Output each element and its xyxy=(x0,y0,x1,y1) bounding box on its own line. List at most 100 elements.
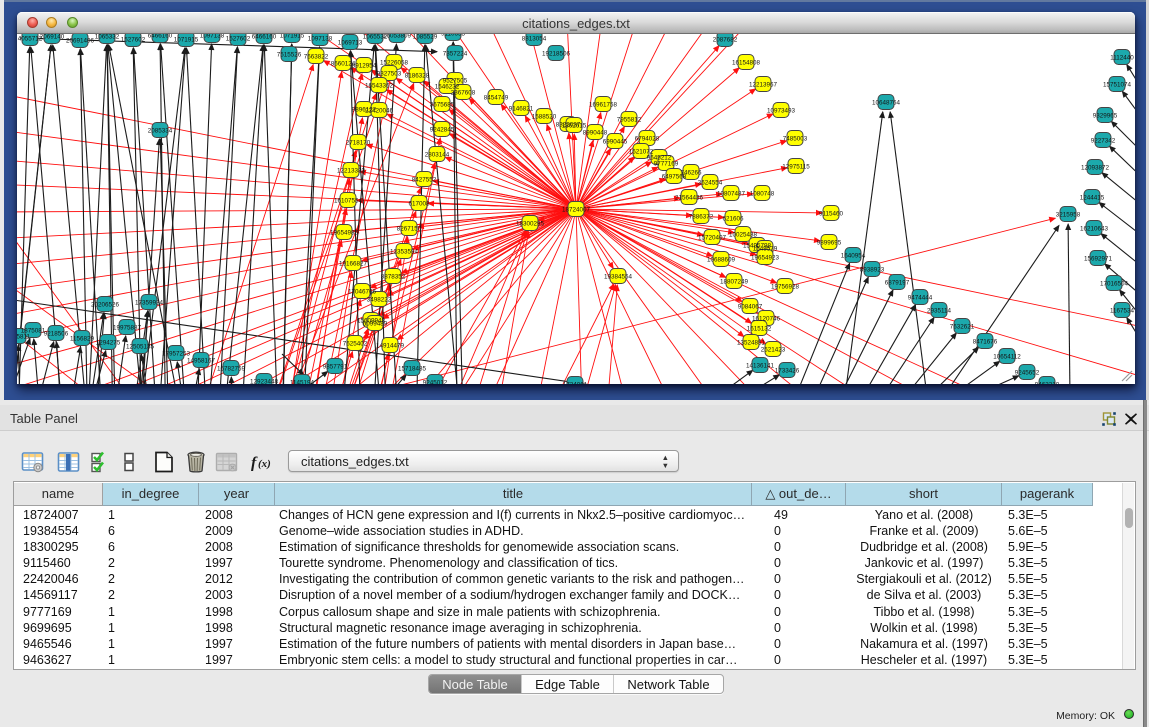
svg-text:9474444: 9474444 xyxy=(908,294,933,301)
svg-text:1615132: 1615132 xyxy=(747,325,772,332)
svg-text:10688609: 10688609 xyxy=(707,256,736,263)
svg-text:16154808: 16154808 xyxy=(732,59,761,66)
svg-text:3675685: 3675685 xyxy=(430,101,455,108)
svg-text:12505135: 12505135 xyxy=(126,343,155,350)
svg-text:621606: 621606 xyxy=(722,215,744,222)
svg-text:12353594: 12353594 xyxy=(390,248,419,255)
svg-text:8912954: 8912954 xyxy=(352,62,377,69)
svg-text:1527602: 1527602 xyxy=(226,35,251,42)
svg-text:6879197: 6879197 xyxy=(885,279,910,286)
svg-text:1097138: 1097138 xyxy=(200,34,225,39)
svg-text:10648764: 10648764 xyxy=(872,99,901,106)
svg-text:1085529: 1085529 xyxy=(413,34,438,40)
svg-text:9110653: 9110653 xyxy=(441,34,466,37)
svg-text:8454749: 8454749 xyxy=(484,94,509,101)
svg-text:9463210: 9463210 xyxy=(1035,381,1060,384)
svg-text:7515526: 7515526 xyxy=(277,51,302,58)
svg-text:1527602: 1527602 xyxy=(121,36,146,43)
svg-text:9218506: 9218506 xyxy=(44,330,69,337)
svg-text:1080748: 1080748 xyxy=(750,190,775,197)
svg-text:13524851: 13524851 xyxy=(737,339,766,346)
svg-text:15718485: 15718485 xyxy=(398,365,427,372)
svg-text:8471676: 8471676 xyxy=(973,338,998,345)
svg-text:10807487: 10807487 xyxy=(717,190,746,197)
svg-text:7625402: 7625402 xyxy=(343,340,368,347)
svg-text:1362615: 1362615 xyxy=(562,122,587,129)
svg-text:12923448: 12923448 xyxy=(250,378,279,384)
svg-text:1071915: 1071915 xyxy=(174,36,199,43)
svg-text:19218506: 19218506 xyxy=(542,50,571,57)
svg-text:1733426: 1733426 xyxy=(775,367,800,374)
svg-text:12213967: 12213967 xyxy=(749,81,778,88)
svg-text:1112440: 1112440 xyxy=(1110,54,1134,61)
svg-text:8878352: 8878352 xyxy=(381,273,406,280)
svg-text:17046766: 17046766 xyxy=(348,288,377,295)
svg-text:8990448: 8990448 xyxy=(583,129,608,136)
svg-text:1069713: 1069713 xyxy=(338,39,363,46)
svg-text:1097138: 1097138 xyxy=(308,35,333,42)
svg-text:14914479: 14914479 xyxy=(376,342,405,349)
svg-text:9245012: 9245012 xyxy=(423,379,448,384)
svg-text:1065332: 1065332 xyxy=(95,34,120,40)
svg-text:2085334: 2085334 xyxy=(148,127,173,134)
svg-text:9084067: 9084067 xyxy=(738,303,763,310)
svg-text:1640954: 1640954 xyxy=(841,252,866,259)
svg-text:15226058: 15226058 xyxy=(380,59,409,66)
svg-text:17957253: 17957253 xyxy=(162,350,191,357)
svg-text:8186328: 8186328 xyxy=(405,72,430,79)
svg-text:10654112: 10654112 xyxy=(993,353,1021,360)
svg-text:20206526: 20206526 xyxy=(91,301,120,308)
svg-text:19756928: 19756928 xyxy=(771,283,800,290)
svg-text:16543362: 16543362 xyxy=(365,82,394,89)
svg-text:16053809: 16053809 xyxy=(383,34,412,39)
svg-text:9899695: 9899695 xyxy=(817,239,842,246)
svg-text:12213383: 12213383 xyxy=(337,167,366,174)
svg-text:7632621: 7632621 xyxy=(950,323,975,330)
svg-text:12093872: 12093872 xyxy=(1081,164,1110,171)
svg-text:21564436: 21564436 xyxy=(675,194,704,201)
svg-text:2718170: 2718170 xyxy=(346,139,371,146)
svg-text:746266: 746266 xyxy=(680,169,702,176)
svg-text:1167534: 1167534 xyxy=(1110,307,1135,314)
svg-text:9242845: 9242845 xyxy=(430,126,455,133)
svg-text:19654923: 19654923 xyxy=(751,254,780,261)
svg-text:7357224: 7357224 xyxy=(443,50,468,57)
svg-text:9777169: 9777169 xyxy=(654,160,679,167)
svg-text:7663822: 7663822 xyxy=(304,53,329,60)
svg-text:19166827: 19166827 xyxy=(339,260,368,267)
svg-text:2087682: 2087682 xyxy=(713,36,738,43)
svg-text:15692971: 15692971 xyxy=(1084,255,1113,262)
svg-text:9857791: 9857791 xyxy=(323,363,348,370)
svg-text:9227342: 9227342 xyxy=(1091,137,1116,144)
svg-text:7955812: 7955812 xyxy=(617,116,642,123)
svg-text:9115460: 9115460 xyxy=(819,210,844,217)
svg-text:16120746: 16120746 xyxy=(752,315,781,322)
svg-text:10025438: 10025438 xyxy=(729,231,758,238)
svg-text:16107554: 16107554 xyxy=(334,197,363,204)
svg-text:8427552: 8427552 xyxy=(412,176,437,183)
svg-text:1724061: 1724061 xyxy=(563,381,588,384)
svg-text:19654985: 19654985 xyxy=(330,229,359,236)
svg-text:8267150: 8267150 xyxy=(397,225,422,232)
svg-text:1145194: 1145194 xyxy=(290,379,315,384)
svg-text:14136141: 14136141 xyxy=(746,362,775,369)
svg-text:20691406: 20691406 xyxy=(66,37,95,44)
svg-text:3498222: 3498222 xyxy=(367,296,392,303)
svg-text:2367608: 2367608 xyxy=(451,89,476,96)
svg-text:6794028: 6794028 xyxy=(635,135,660,142)
svg-text:12975115: 12975115 xyxy=(782,163,810,170)
svg-text:16782759: 16782759 xyxy=(217,365,246,372)
svg-text:1071915: 1071915 xyxy=(280,34,305,39)
svg-text:17016504: 17016504 xyxy=(1100,280,1129,287)
svg-text:14958167: 14958167 xyxy=(187,357,216,364)
svg-text:19975887: 19975887 xyxy=(113,324,142,331)
svg-text:(x): (x) xyxy=(258,458,271,470)
svg-text:8938923: 8938923 xyxy=(860,266,885,273)
svg-text:15720407: 15720407 xyxy=(698,234,727,241)
svg-text:6099489: 6099489 xyxy=(363,320,388,327)
svg-text:6466160: 6466160 xyxy=(252,34,277,40)
svg-text:6466160: 6466160 xyxy=(148,34,173,39)
svg-text:22420046: 22420046 xyxy=(365,107,394,114)
svg-text:1294275: 1294275 xyxy=(96,339,121,346)
svg-text:17359924: 17359924 xyxy=(135,299,164,306)
